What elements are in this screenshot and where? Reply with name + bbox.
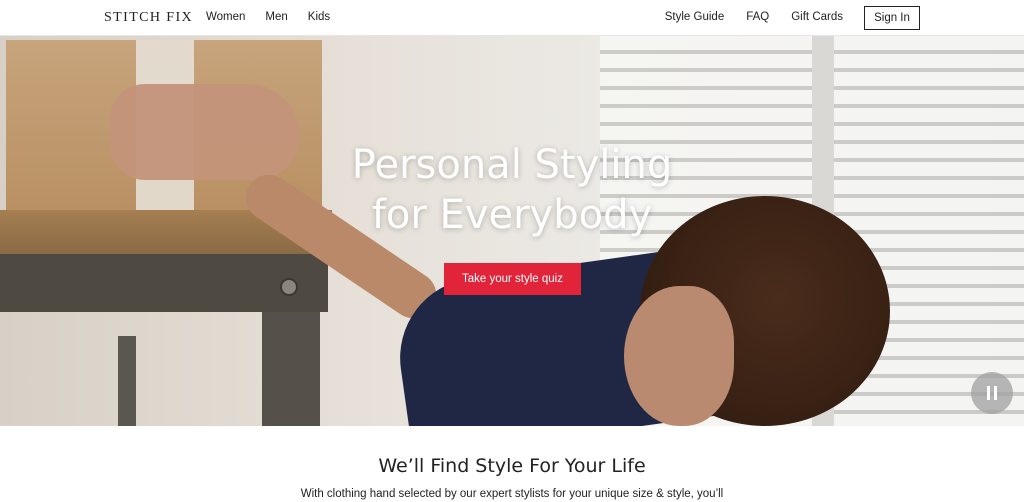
hero-headline-line2: for Everybody	[371, 192, 653, 238]
shelf-frame	[0, 254, 328, 312]
nav-link-gift-cards[interactable]: Gift Cards	[791, 11, 843, 23]
section-heading: We’ll Find Style For Your Life	[378, 455, 646, 477]
nav-link-faq[interactable]: FAQ	[746, 11, 769, 23]
nav-link-women[interactable]: Women	[206, 11, 245, 23]
hero-headline-line1: Personal Styling	[351, 142, 673, 188]
hero-headline: Personal Styling for Everybody	[0, 140, 1024, 240]
hero-video: Personal Styling for Everybody Take your…	[0, 36, 1024, 426]
shelf-bolt	[280, 278, 298, 296]
logo[interactable]: STITCH FIX	[104, 10, 193, 26]
nav-link-kids[interactable]: Kids	[308, 11, 330, 23]
secondary-nav: Style Guide FAQ Gift Cards	[665, 11, 843, 23]
primary-nav: Women Men Kids	[206, 11, 330, 23]
face	[624, 286, 734, 426]
style-quiz-button[interactable]: Take your style quiz	[444, 263, 581, 295]
pause-icon	[987, 386, 997, 400]
sign-in-button[interactable]: Sign In	[864, 6, 920, 30]
pause-button[interactable]	[971, 372, 1013, 414]
site-header: STITCH FIX Women Men Kids Style Guide FA…	[0, 0, 1024, 36]
nav-link-style-guide[interactable]: Style Guide	[665, 11, 724, 23]
nav-link-men[interactable]: Men	[265, 11, 287, 23]
shelf-leg	[262, 312, 320, 426]
shelf-leg	[118, 336, 136, 426]
section-description: With clothing hand selected by our exper…	[300, 488, 724, 500]
